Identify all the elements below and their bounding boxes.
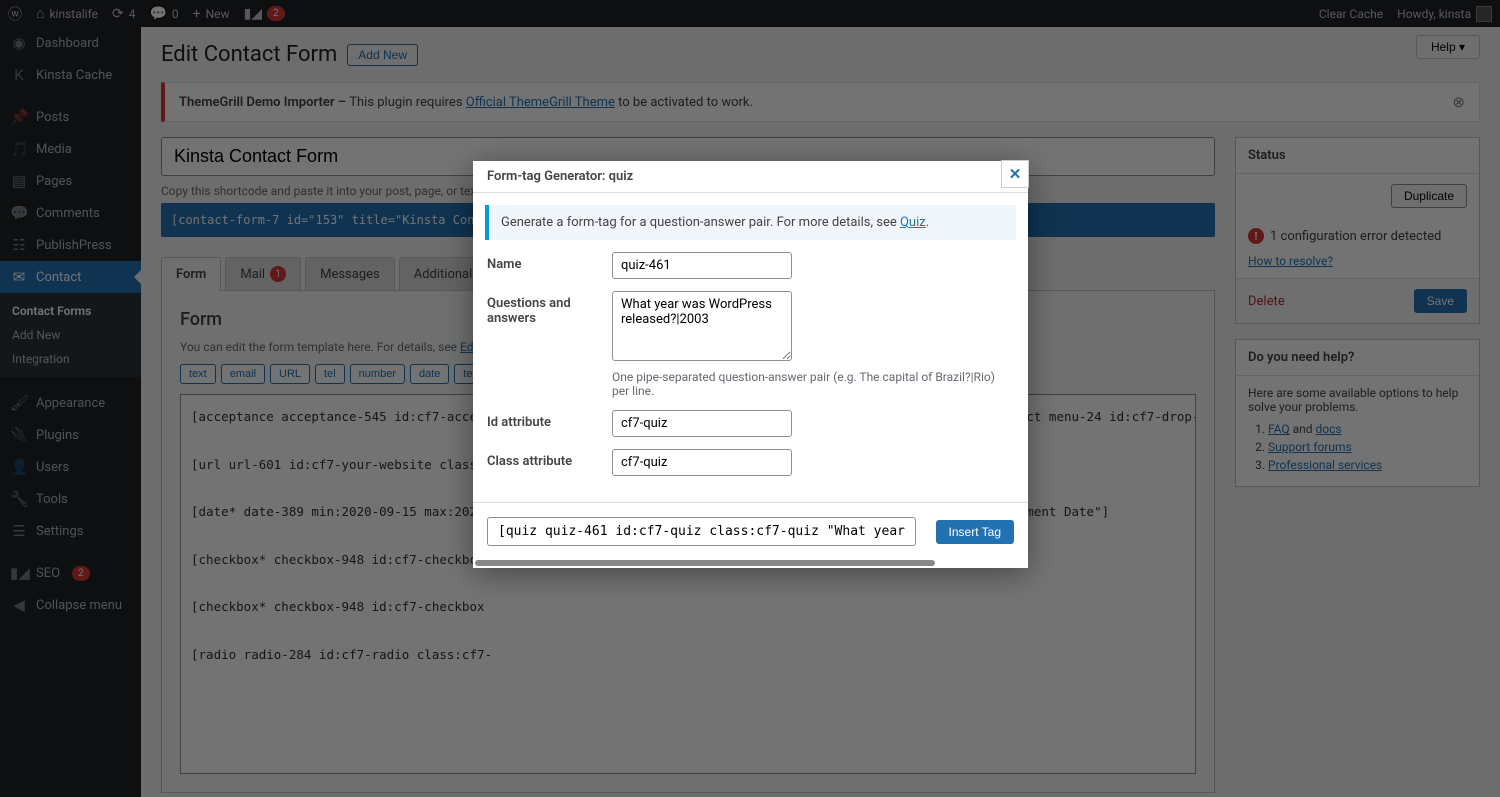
id-label: Id attribute	[487, 410, 612, 437]
class-input[interactable]	[612, 449, 792, 476]
insert-tag-button[interactable]: Insert Tag	[936, 520, 1014, 544]
name-input[interactable]	[612, 252, 792, 279]
qa-textarea[interactable]: What year was WordPress released?|2003	[612, 291, 792, 361]
output-tag-input[interactable]	[487, 517, 916, 546]
quiz-doc-link[interactable]: Quiz	[900, 215, 926, 230]
qa-label: Questions and answers	[487, 291, 612, 398]
modal-title: Form-tag Generator: quiz	[487, 169, 633, 184]
close-icon[interactable]: ✕	[1001, 160, 1029, 188]
class-label: Class attribute	[487, 449, 612, 476]
modal-scrollbar[interactable]	[475, 560, 935, 566]
form-tag-modal: Form-tag Generator: quiz ✕ Generate a fo…	[473, 161, 1028, 568]
id-input[interactable]	[612, 410, 792, 437]
name-label: Name	[487, 252, 612, 279]
qa-hint: One pipe-separated question-answer pair …	[612, 370, 1002, 398]
modal-info: Generate a form-tag for a question-answe…	[485, 205, 1016, 240]
